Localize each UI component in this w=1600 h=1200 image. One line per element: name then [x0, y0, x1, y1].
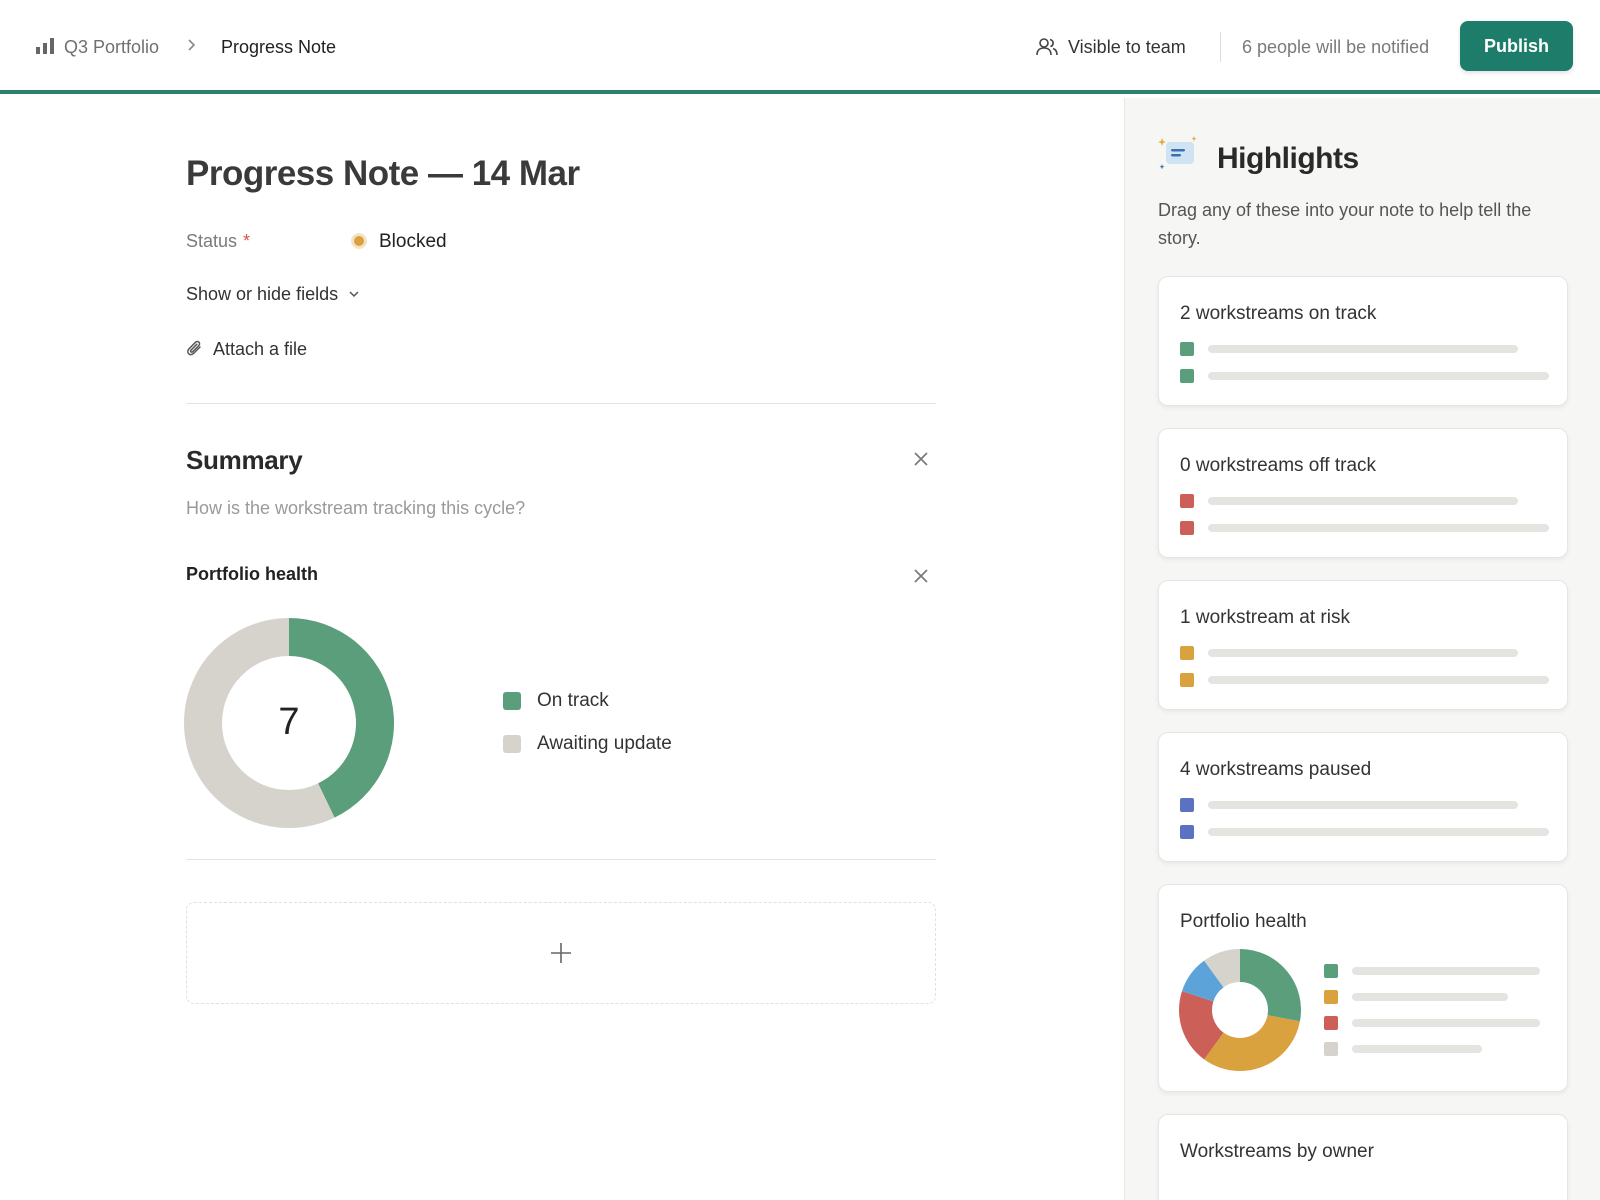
placeholder-bar	[1352, 1045, 1482, 1053]
plus-icon	[551, 943, 571, 963]
legend-swatch	[503, 692, 521, 710]
placeholder-bar	[1208, 524, 1549, 532]
breadcrumb-current: Progress Note	[221, 37, 337, 57]
placeholder-bar	[1208, 497, 1518, 505]
highlight-card-off-track[interactable]: 0 workstreams off track	[1158, 428, 1568, 558]
status-value[interactable]: Blocked	[379, 231, 447, 253]
card-title: Portfolio health	[1180, 911, 1307, 932]
attach-label: Attach a file	[213, 339, 308, 359]
placeholder-bar	[1208, 801, 1518, 809]
placeholder-bar	[1208, 649, 1518, 657]
card-swatch	[1180, 646, 1194, 660]
placeholder-bar	[1208, 676, 1549, 684]
mini-health-donut	[1179, 949, 1301, 1071]
placeholder-bar	[1208, 372, 1549, 380]
card-title: 0 workstreams off track	[1180, 455, 1377, 476]
card-placeholder-row	[1180, 646, 1518, 660]
card-title: 2 workstreams on track	[1180, 303, 1377, 324]
card-swatch	[1180, 825, 1194, 839]
chevron-right-icon	[188, 39, 196, 51]
placeholder-bar	[1208, 345, 1518, 353]
card-swatch	[1180, 798, 1194, 812]
card-title: 4 workstreams paused	[1180, 759, 1372, 780]
donut-slice	[1204, 1015, 1300, 1071]
card-placeholder-row	[1180, 798, 1518, 812]
donut-slice	[1240, 949, 1301, 1022]
chevron-down-icon	[349, 291, 359, 298]
highlight-card-portfolio-health[interactable]: Portfolio health	[1158, 884, 1568, 1092]
people-icon	[1036, 38, 1058, 56]
card-swatch	[1180, 369, 1194, 383]
close-icon[interactable]	[913, 451, 929, 467]
notify-count: 6 people will be notified	[1242, 37, 1430, 57]
highlight-card-at-risk[interactable]: 1 workstream at risk	[1158, 580, 1568, 710]
status-field-label: Status *	[186, 230, 250, 252]
bar-chart-icon	[36, 38, 54, 54]
card-placeholder-row	[1180, 673, 1549, 687]
show-hide-fields-toggle[interactable]: Show or hide fields	[186, 283, 360, 305]
card-swatch	[1180, 342, 1194, 356]
required-mark: *	[243, 231, 251, 251]
paperclip-icon	[187, 340, 201, 356]
summary-heading: Summary	[186, 445, 303, 475]
card-swatch	[1324, 990, 1338, 1004]
card-placeholder-row	[1180, 494, 1518, 508]
highlight-card-paused[interactable]: 4 workstreams paused	[1158, 732, 1568, 862]
card-placeholder-row	[1324, 964, 1540, 978]
card-swatch	[1180, 521, 1194, 535]
card-swatch	[1180, 494, 1194, 508]
visibility-label: Visible to team	[1068, 36, 1186, 57]
attach-file-button[interactable]: Attach a file	[186, 338, 307, 360]
card-placeholder-row	[1180, 369, 1549, 383]
status-dot	[351, 233, 367, 249]
section-divider	[186, 403, 936, 404]
close-icon[interactable]	[913, 568, 929, 584]
placeholder-bar	[1208, 828, 1549, 836]
summary-input[interactable]: How is the workstream tracking this cycl…	[186, 497, 525, 519]
donut-total: 7	[278, 701, 300, 743]
add-block-button[interactable]	[186, 902, 936, 1004]
card-placeholder-row	[1324, 1016, 1540, 1030]
visibility-control[interactable]: Visible to team	[1036, 34, 1186, 60]
card-title: Workstreams by owner	[1180, 1141, 1374, 1162]
highlight-card-on-track[interactable]: 2 workstreams on track	[1158, 276, 1568, 406]
topbar-divider	[1220, 32, 1221, 62]
card-placeholder-row	[1180, 825, 1549, 839]
legend-item-awaiting-update: Awaiting update	[503, 733, 672, 755]
legend-label: On track	[537, 690, 609, 711]
placeholder-bar	[1352, 967, 1540, 975]
breadcrumb-parent[interactable]: Q3 Portfolio	[64, 36, 159, 58]
page-title[interactable]: Progress Note — 14 Mar	[186, 152, 580, 196]
status-label-text: Status	[186, 231, 238, 251]
highlights-title: Highlights	[1217, 142, 1359, 175]
portfolio-health-heading: Portfolio health	[186, 564, 318, 584]
card-title: 1 workstream at risk	[1180, 607, 1350, 628]
section-divider	[186, 859, 936, 860]
card-swatch	[1324, 1016, 1338, 1030]
highlight-card-by-owner[interactable]: Workstreams by owner	[1158, 1114, 1568, 1200]
placeholder-bar	[1352, 1019, 1540, 1027]
legend-item-on-track: On track	[503, 690, 609, 712]
card-placeholder-row	[1324, 990, 1508, 1004]
sparkle-chat-icon	[1158, 136, 1197, 170]
show-hide-label: Show or hide fields	[186, 284, 339, 304]
top-bar: Q3 Portfolio Progress Note Visible to te…	[0, 0, 1600, 94]
card-swatch	[1180, 673, 1194, 687]
card-placeholder-row	[1180, 521, 1549, 535]
legend-label: Awaiting update	[537, 733, 672, 754]
placeholder-bar	[1352, 993, 1508, 1001]
highlights-description: Drag any of these into your note to help…	[1158, 200, 1532, 248]
legend-swatch	[503, 735, 521, 753]
card-swatch	[1324, 1042, 1338, 1056]
card-swatch	[1324, 964, 1338, 978]
card-placeholder-row	[1324, 1042, 1482, 1056]
card-placeholder-row	[1180, 342, 1518, 356]
publish-button[interactable]: Publish	[1460, 21, 1573, 71]
